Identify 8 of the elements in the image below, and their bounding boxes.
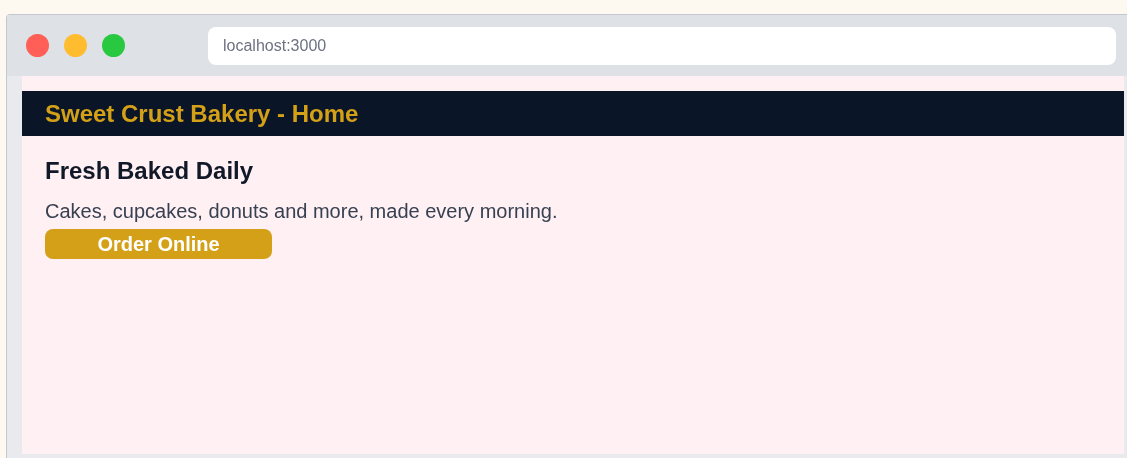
address-bar[interactable]: localhost:3000 bbox=[208, 26, 1116, 65]
maximize-icon[interactable] bbox=[102, 34, 125, 57]
hero-text: Cakes, cupcakes, donuts and more, made every morning. bbox=[45, 199, 558, 224]
hero-heading: Fresh Baked Daily bbox=[45, 156, 254, 186]
site-title: Sweet Crust Bakery - Home bbox=[45, 98, 359, 129]
minimize-icon[interactable] bbox=[64, 34, 87, 57]
close-icon[interactable] bbox=[26, 34, 49, 57]
address-text: localhost:3000 bbox=[223, 35, 327, 56]
